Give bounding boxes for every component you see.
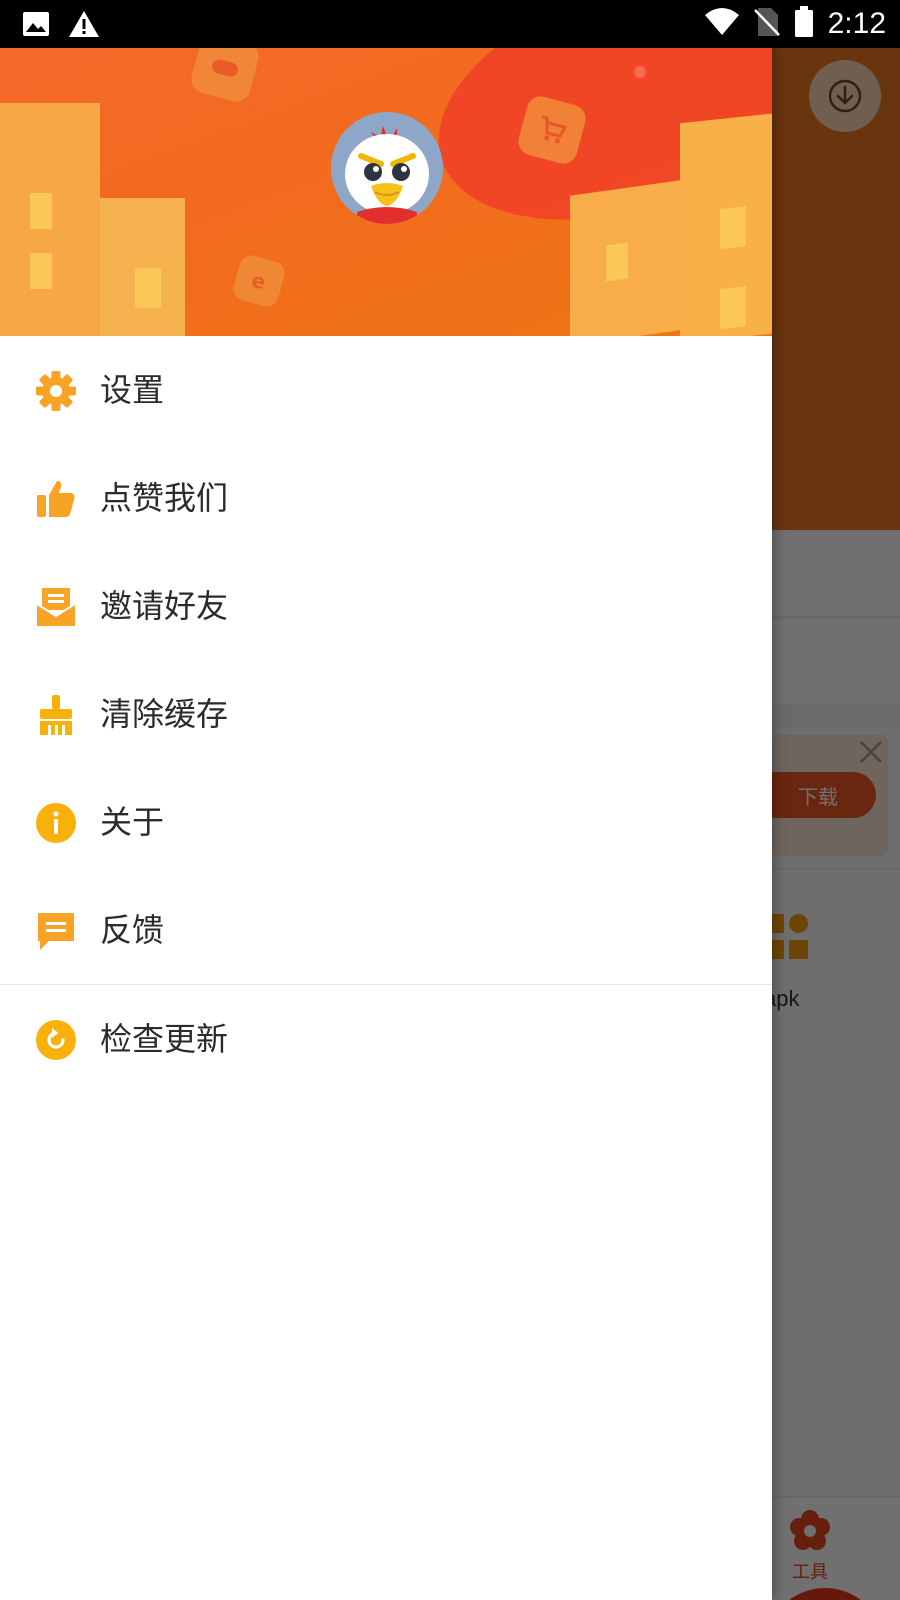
warning-icon [68, 10, 100, 42]
menu-item-feedback[interactable]: 反馈 [0, 876, 772, 984]
menu-item-check-update[interactable]: 检查更新 [0, 985, 772, 1093]
menu-item-label: 点赞我们 [100, 479, 229, 517]
menu-item-label: 关于 [100, 803, 165, 841]
menu-item-label: 清除缓存 [100, 695, 229, 733]
refresh-icon [34, 1018, 78, 1062]
menu-item-label: 检查更新 [100, 1020, 229, 1058]
feedback-icon [34, 909, 78, 953]
menu-item-settings[interactable]: 设置 [0, 336, 772, 444]
drawer-header-banner: e [0, 48, 772, 336]
menu-item-invite-friends[interactable]: 邀请好友 [0, 552, 772, 660]
no-sim-icon [753, 7, 780, 41]
mail-icon [34, 585, 78, 629]
info-icon [34, 801, 78, 845]
navigation-drawer: e 设置 点赞我们 邀请好友 清除缓存 关于 反馈 检查更新 [0, 48, 772, 1600]
broom-icon [34, 693, 78, 737]
menu-item-about[interactable]: 关于 [0, 768, 772, 876]
decor-dot [634, 66, 646, 78]
building-illustration [680, 112, 772, 336]
menu-item-clear-cache[interactable]: 清除缓存 [0, 660, 772, 768]
menu-item-label: 邀请好友 [100, 587, 229, 625]
drawer-menu: 设置 点赞我们 邀请好友 清除缓存 关于 反馈 检查更新 [0, 336, 772, 1093]
avatar[interactable] [331, 112, 443, 224]
image-icon [22, 11, 50, 41]
building-illustration [570, 180, 680, 336]
thumbs-up-icon [34, 477, 78, 521]
status-time: 2:12 [827, 7, 886, 40]
status-bar: 2:12 [0, 0, 900, 48]
wifi-icon [704, 7, 740, 41]
eagle-mascot-icon [331, 112, 443, 224]
svg-text:e: e [249, 268, 268, 295]
menu-item-label: 设置 [100, 371, 165, 409]
gamepad-icon [188, 48, 262, 105]
building-illustration [100, 198, 185, 336]
gear-icon [34, 369, 78, 413]
browser-e-icon: e [230, 252, 288, 310]
menu-item-label: 反馈 [100, 911, 165, 949]
battery-icon [794, 6, 814, 42]
building-illustration [0, 103, 100, 336]
menu-item-like-us[interactable]: 点赞我们 [0, 444, 772, 552]
